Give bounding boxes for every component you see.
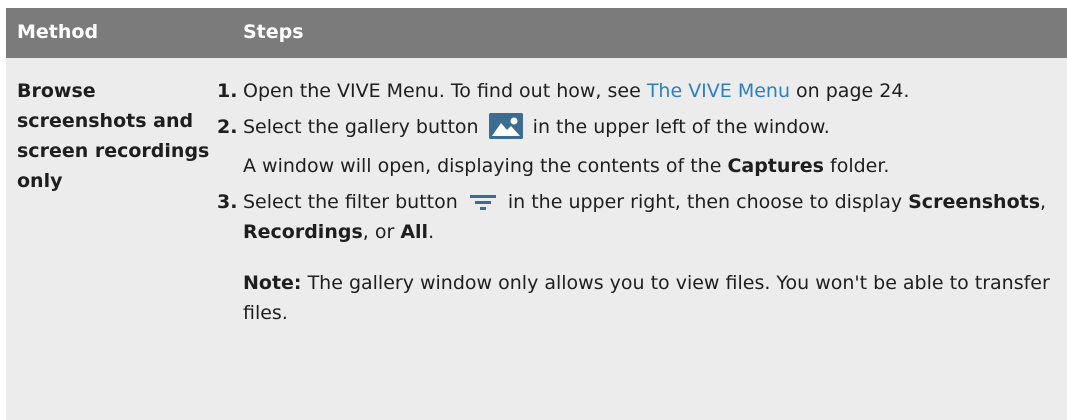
gallery-icon — [488, 113, 523, 139]
option-all: All — [400, 221, 429, 243]
option-screenshots: Screenshots — [908, 191, 1041, 213]
table-row: Browse screenshots and screen recordings… — [6, 58, 1067, 420]
method-cell: Browse screenshots and screen recordings… — [17, 80, 210, 192]
step-text: in the upper right, then choose to displ… — [501, 191, 909, 213]
header-steps: Steps — [243, 21, 304, 43]
step-number: 3. — [217, 191, 238, 213]
filter-icon — [468, 191, 498, 211]
methods-table: Method Steps Browse screenshots and scre… — [6, 8, 1067, 420]
step-2: 2. Select the gallery button in the uppe… — [217, 112, 1063, 142]
steps-cell: 1. Open the VIVE Menu. To find out how, … — [217, 76, 1063, 328]
vive-menu-link[interactable]: The VIVE Menu — [647, 80, 790, 102]
option-recordings: Recordings — [243, 221, 363, 243]
step-text: Select the gallery button — [243, 116, 479, 138]
step-text: on page 24. — [790, 80, 910, 102]
step-3: 3. Select the filter button in the upper… — [217, 187, 1063, 247]
step-2-result: A window will open, displaying the conte… — [217, 151, 1063, 181]
step-1: 1. Open the VIVE Menu. To find out how, … — [217, 76, 1063, 106]
punctuation: . — [428, 221, 435, 243]
step-text: A window will open, displaying the conte… — [243, 155, 728, 177]
step-text: in the upper left of the window. — [526, 116, 830, 138]
separator: , or — [362, 221, 401, 243]
step-text: folder. — [823, 155, 890, 177]
step-number: 1. — [217, 80, 238, 102]
step-number: 2. — [217, 116, 238, 138]
table-header: Method Steps — [6, 8, 1067, 58]
note: Note: The gallery window only allows you… — [217, 268, 1063, 328]
separator: , — [1040, 191, 1047, 213]
note-text: The gallery window only allows you to vi… — [243, 272, 1050, 324]
step-text: Select the filter button — [243, 191, 458, 213]
step-text: Open the VIVE Menu. To find out how, see — [243, 80, 647, 102]
note-label: Note: — [243, 272, 302, 294]
header-method: Method — [17, 21, 99, 43]
captures-folder-label: Captures — [727, 155, 824, 177]
